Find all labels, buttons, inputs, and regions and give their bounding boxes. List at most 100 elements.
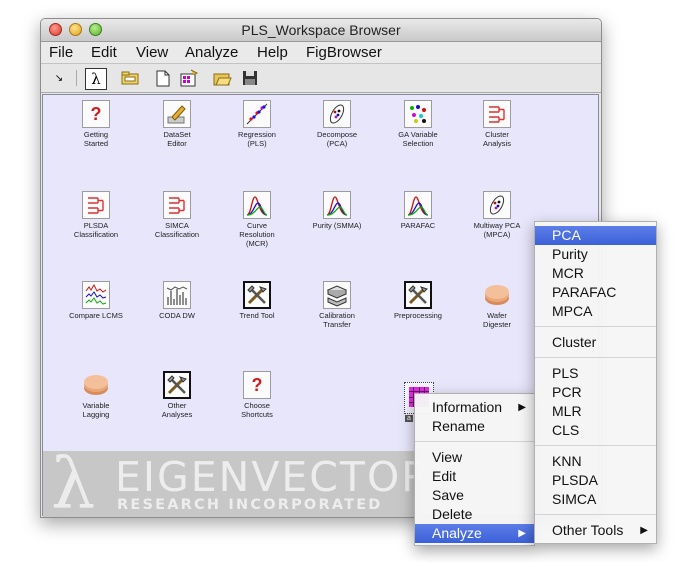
shortcut-choose-shortcuts[interactable]: ? Choose Shortcuts [215,371,299,419]
shortcut-decompose-pca[interactable]: Decompose (PCA) [295,100,379,148]
context-item-information[interactable]: Information ▶ [415,398,534,417]
menu-separator [535,357,656,358]
menu-separator [535,445,656,446]
shortcut-label: Compare LCMS [69,311,123,320]
analyze-item-mcr[interactable]: MCR [535,264,656,283]
analyze-item-label: Cluster [552,334,597,350]
toolbar: ↘ λ [41,64,601,93]
shortcut-variable-lagging[interactable]: Variable Lagging [54,371,138,419]
menu-bar: File Edit View Analyze Help FigBrowser [41,42,601,64]
title-bar[interactable]: PLS_Workspace Browser [41,19,601,42]
menu-file[interactable]: File [49,44,73,61]
menu-view[interactable]: View [136,44,168,61]
shortcut-ga-variable-selection[interactable]: GA Variable Selection [376,100,460,148]
shortcut-regression-pls[interactable]: Regression (PLS) [215,100,299,148]
question-icon: ? [82,100,110,128]
tools-icon [404,281,432,309]
shortcut-plsda-classification[interactable]: PLSDA Classification [54,191,138,239]
shortcut-compare-lcms[interactable]: Compare LCMS [54,281,138,320]
ga-selection-icon [404,100,432,128]
menu-help[interactable]: Help [257,44,288,61]
shortcut-dataset-editor[interactable]: DataSet Editor [135,100,219,148]
menu-edit[interactable]: Edit [91,44,117,61]
analyze-item-parafac[interactable]: PARAFAC [535,283,656,302]
shortcut-label: Preprocessing [394,311,442,320]
analyze-item-label: PARAFAC [552,284,617,300]
tools-icon [243,281,271,309]
lambda-icon[interactable]: λ [85,68,107,90]
shortcut-label: Trend Tool [239,311,275,320]
menu-separator [535,326,656,327]
shortcut-purity-smma[interactable]: Purity (SMMA) [295,191,379,230]
curve-peaks-icon [243,191,271,219]
spectra-icon [82,281,110,309]
analyze-item-mpca[interactable]: MPCA [535,302,656,321]
shortcut-label: Curve Resolution (MCR) [239,221,275,248]
new-document-icon[interactable] [153,68,173,88]
folder-icon[interactable] [120,68,140,88]
context-item-delete[interactable]: Delete [415,505,534,524]
analyze-item-cluster[interactable]: Cluster [535,333,656,352]
selected-item-label: a [405,415,413,422]
curve-peaks-icon [404,191,432,219]
pca-ellipse-icon [483,191,511,219]
analyze-item-label: SIMCA [552,491,597,507]
analyze-item-plsda[interactable]: PLSDA [535,471,656,490]
analyze-item-simca[interactable]: SIMCA [535,490,656,509]
shortcut-parafac[interactable]: PARAFAC [376,191,460,230]
shortcut-label: Wafer Digester [483,311,511,329]
question-icon: ? [243,371,271,399]
context-item-analyze[interactable]: Analyze ▶ [415,524,534,543]
wafer-icon [483,281,511,309]
context-item-view[interactable]: View [415,448,534,467]
analyze-item-mlr[interactable]: MLR [535,402,656,421]
analyze-item-label: MLR [552,403,582,419]
tools-icon [163,371,191,399]
wafer-icon [82,371,110,399]
resize-arrow-icon[interactable]: ↘ [49,68,69,88]
spectra-bars-icon [163,281,191,309]
open-folder-icon[interactable] [212,68,232,88]
shortcut-label: SIMCA Classification [154,221,200,239]
load-data-icon[interactable] [179,68,199,88]
shortcut-label: GA Variable Selection [398,130,438,148]
pca-ellipse-icon [323,100,351,128]
pencil-icon [163,100,191,128]
shortcut-preprocessing[interactable]: Preprocessing [376,281,460,320]
analyze-item-pls[interactable]: PLS [535,364,656,383]
analyze-item-label: KNN [552,453,582,469]
shortcut-label: PLSDA Classification [73,221,119,239]
shortcut-label: PARAFAC [400,221,436,230]
menu-analyze[interactable]: Analyze [185,44,238,61]
shortcut-wafer-digester[interactable]: Wafer Digester [455,281,539,329]
shortcut-label: Decompose (PCA) [316,130,358,148]
context-item-label: Delete [432,506,473,522]
shortcut-trend-tool[interactable]: Trend Tool [215,281,299,320]
analyze-item-label: Purity [552,246,588,262]
shortcut-simca-classification[interactable]: SIMCA Classification [135,191,219,239]
shortcut-multiway-pca[interactable]: Multiway PCA (MPCA) [455,191,539,239]
analyze-item-pcr[interactable]: PCR [535,383,656,402]
shortcut-calibration-transfer[interactable]: Calibration Transfer [295,281,379,329]
analyze-item-purity[interactable]: Purity [535,245,656,264]
context-item-label: Rename [432,418,485,434]
shortcut-cluster-analysis[interactable]: Cluster Analysis [455,100,539,148]
context-item-edit[interactable]: Edit [415,467,534,486]
analyze-item-label: PCR [552,384,582,400]
shortcut-coda-dw[interactable]: CODA DW [135,281,219,320]
window-title: PLS_Workspace Browser [241,22,401,38]
shortcut-label: Purity (SMMA) [312,221,362,230]
menu-figbrowser[interactable]: FigBrowser [306,44,382,61]
shortcut-getting-started[interactable]: ? Getting Started [54,100,138,148]
analyze-item-other-tools[interactable]: Other Tools ▶ [535,521,656,540]
shortcut-curve-resolution-mcr[interactable]: Curve Resolution (MCR) [215,191,299,248]
context-item-rename[interactable]: Rename [415,417,534,436]
context-item-save[interactable]: Save [415,486,534,505]
transfer-icon [323,281,351,309]
save-disk-icon[interactable] [240,68,260,88]
analyze-item-label: PCA [552,227,581,243]
analyze-item-cls[interactable]: CLS [535,421,656,440]
analyze-item-pca[interactable]: PCA [535,226,656,245]
shortcut-other-analyses[interactable]: Other Analyses [135,371,219,419]
analyze-item-knn[interactable]: KNN [535,452,656,471]
